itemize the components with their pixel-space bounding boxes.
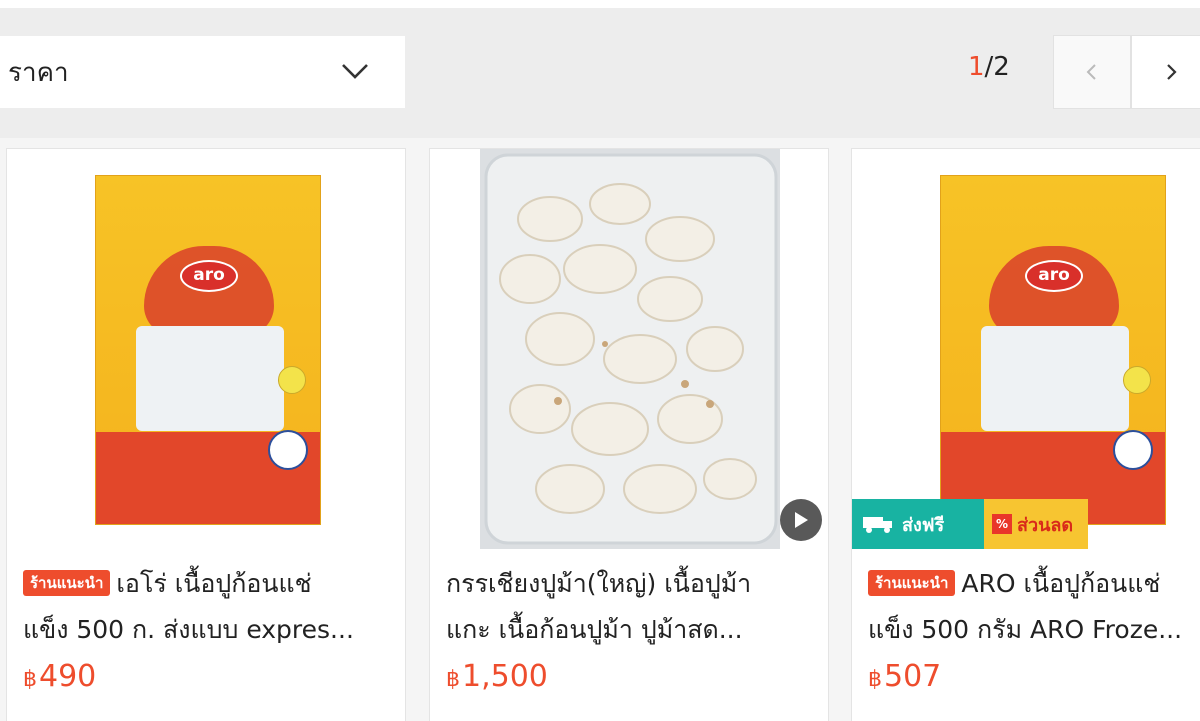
currency-symbol: ฿	[23, 667, 37, 692]
discount-label: ส่วนลด	[1017, 514, 1074, 536]
price-sort-label: ราคา	[8, 57, 69, 88]
free-shipping-badge: ส่งฟรี	[852, 499, 984, 549]
crab-meat-window	[136, 326, 284, 431]
aro-package-image: aro	[95, 175, 321, 525]
aro-package-image: aro	[940, 175, 1166, 525]
aro-logo: aro	[180, 260, 238, 292]
crab-meat-window	[981, 326, 1129, 431]
product-title: ร้านแนะนำ ARO เนื้อปูก้อนแช่ แข็ง 500 กรั…	[868, 561, 1200, 653]
discount-badge: % ส่วนลด	[984, 499, 1088, 549]
product-card[interactable]: aro ส่งฟรี % ส่วนลด ร้านแนะนำ ARO เนื้อปู…	[851, 148, 1200, 721]
product-image: aro ส่งฟรี % ส่วนลด	[852, 149, 1200, 549]
package-seal-icon	[1123, 366, 1151, 394]
promo-banner: ส่งฟรี % ส่วนลด	[852, 499, 1088, 549]
currency-symbol: ฿	[868, 667, 882, 692]
product-title-line: แข็ง 500 ก. ส่งแบบ expres...	[23, 615, 354, 644]
price-value: 507	[884, 659, 942, 694]
product-title-line: ARO เนื้อปูก้อนแช่	[961, 569, 1161, 598]
price-value: 490	[39, 659, 97, 694]
product-card[interactable]: aro ร้านแนะนำ เอโร่ เนื้อปูก้อนแช่ แข็ง 5…	[6, 148, 406, 721]
weight-badge-icon	[268, 430, 308, 470]
price-value: 1,500	[462, 659, 548, 694]
page-total: /2	[984, 52, 1010, 82]
product-title-line: กรรเชียงปูม้า(ใหญ่) เนื้อปูม้า	[446, 569, 752, 598]
product-price: ฿1,500	[446, 659, 548, 694]
aro-logo: aro	[1025, 260, 1083, 292]
preferred-shop-badge: ร้านแนะนำ	[23, 570, 111, 596]
percent-icon: %	[992, 514, 1012, 534]
chevron-down-icon	[342, 64, 368, 79]
free-shipping-label: ส่งฟรี	[902, 514, 945, 536]
filter-bar: ราคา 1/2	[0, 8, 1200, 138]
page-current: 1	[968, 52, 985, 82]
package-seal-icon	[278, 366, 306, 394]
product-card[interactable]: กรรเชียงปูม้า(ใหญ่) เนื้อปูม้า แกะ เนื้อ…	[429, 148, 829, 721]
next-page-button[interactable]	[1131, 35, 1200, 109]
product-price: ฿507	[868, 659, 941, 694]
preferred-shop-badge: ร้านแนะนำ	[868, 570, 956, 596]
weight-badge-icon	[1113, 430, 1153, 470]
product-price: ฿490	[23, 659, 96, 694]
crab-meat-photo	[430, 149, 828, 549]
currency-symbol: ฿	[446, 667, 460, 692]
video-play-icon[interactable]	[780, 499, 822, 541]
product-title: ร้านแนะนำ เอโร่ เนื้อปูก้อนแช่ แข็ง 500 ก…	[23, 561, 399, 653]
product-title: กรรเชียงปูม้า(ใหญ่) เนื้อปูม้า แกะ เนื้อ…	[446, 561, 822, 653]
page-indicator: 1/2	[968, 52, 1010, 82]
product-image	[430, 149, 828, 549]
price-sort-select[interactable]: ราคา	[0, 36, 405, 108]
truck-icon	[863, 517, 892, 533]
product-title-line: แกะ เนื้อก้อนปูม้า ปูม้าสด...	[446, 615, 743, 644]
chevron-right-icon	[1167, 64, 1177, 80]
top-strip	[0, 0, 1200, 8]
prev-page-button[interactable]	[1053, 35, 1131, 109]
product-title-line: เอโร่ เนื้อปูก้อนแช่	[116, 569, 312, 598]
chevron-left-icon	[1086, 64, 1096, 80]
play-triangle-icon	[795, 512, 808, 528]
product-image: aro	[7, 149, 405, 549]
product-title-line: แข็ง 500 กรัม ARO Froze...	[868, 615, 1183, 644]
